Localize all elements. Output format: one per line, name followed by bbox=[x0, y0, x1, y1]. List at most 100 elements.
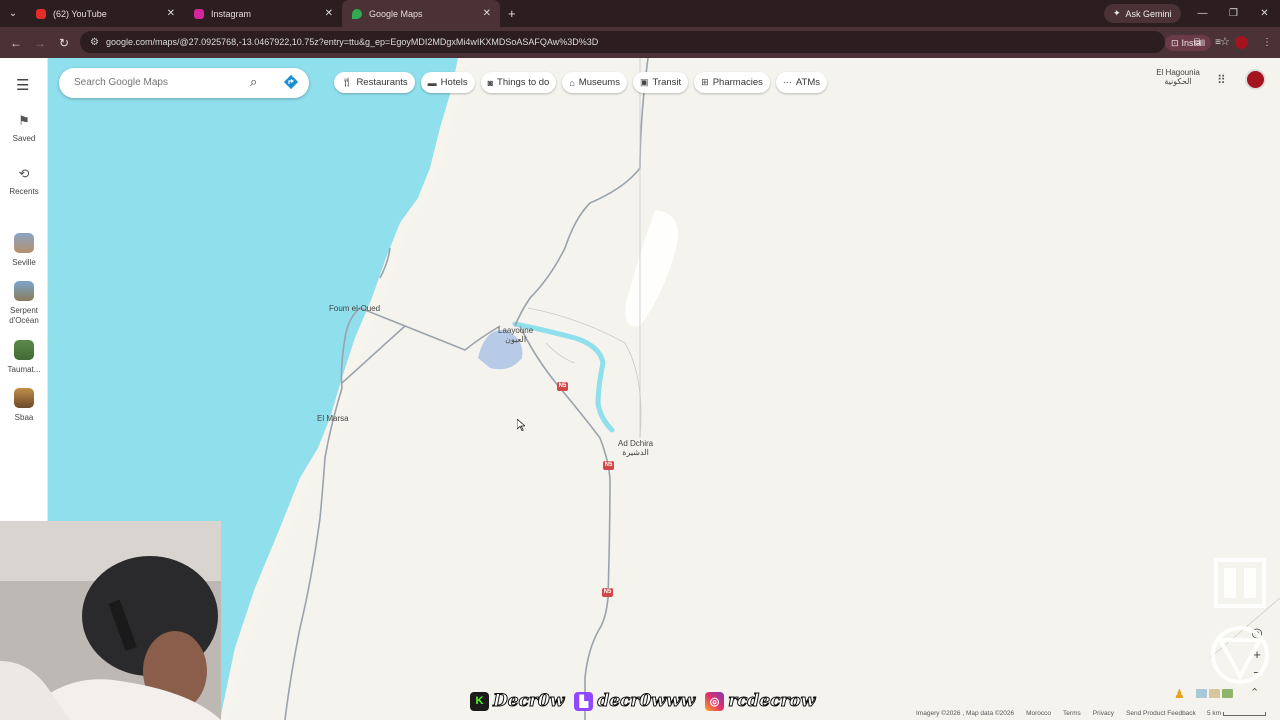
place-label-laayoune[interactable]: Laayoune العيون bbox=[498, 326, 533, 344]
chip-pharmacies[interactable]: ⊞ Pharmacies bbox=[694, 72, 770, 93]
scale-bar[interactable]: 5 km bbox=[1207, 710, 1267, 717]
privacy-link[interactable]: Privacy bbox=[1093, 710, 1114, 717]
place-label-el-marsa[interactable]: El Marsa bbox=[317, 414, 349, 423]
recent-place-sbaa[interactable]: Sbaa bbox=[0, 388, 48, 422]
saved-button[interactable]: ⚑ Saved bbox=[0, 113, 48, 143]
saved-label: Saved bbox=[12, 134, 36, 143]
recent-place-seville[interactable]: Seville bbox=[0, 233, 48, 267]
tab-close-icon[interactable]: ✕ bbox=[325, 8, 333, 19]
url-text[interactable]: google.com/maps/@27.0925768,-13.0467922,… bbox=[106, 37, 598, 47]
recent-place-label: Serpent d'Océan bbox=[9, 306, 39, 325]
restore-icon[interactable]: ❐ bbox=[1218, 0, 1249, 27]
chip-label: Restaurants bbox=[356, 77, 408, 88]
new-tab-plus-icon[interactable]: + bbox=[500, 6, 524, 21]
tab-close-icon[interactable]: ✕ bbox=[483, 8, 491, 19]
place-thumbnail bbox=[14, 281, 34, 301]
browser-menu-icon[interactable]: ⋮ bbox=[1262, 37, 1272, 48]
layer-thumb bbox=[1209, 689, 1220, 698]
browser-profile-icon[interactable] bbox=[1235, 36, 1248, 49]
chip-label: Pharmacies bbox=[712, 77, 763, 88]
browser-toolbar: ← → ↻ ⚙ google.com/maps/@27.0925768,-13.… bbox=[0, 27, 1280, 58]
forward-arrow-icon[interactable]: → bbox=[28, 36, 52, 50]
recent-place-label: Seville bbox=[12, 258, 36, 267]
instagram-logo-icon: ◎ bbox=[705, 691, 725, 711]
layers-toggle[interactable] bbox=[1196, 689, 1233, 698]
kick-handle: Decr0w bbox=[492, 691, 565, 712]
tab-search-chevron-icon[interactable]: ⌄ bbox=[0, 0, 26, 27]
tab-label: Google Maps bbox=[369, 8, 423, 19]
chip-atms[interactable]: ⋯ ATMs bbox=[775, 72, 827, 93]
museum-icon: ⌂ bbox=[569, 77, 575, 88]
chip-restaurants[interactable]: 🍴︎ Restaurants bbox=[334, 72, 415, 93]
mouse-cursor-icon bbox=[517, 419, 525, 431]
twitch-handle: decr0www bbox=[597, 691, 696, 712]
account-avatar[interactable] bbox=[1245, 69, 1266, 90]
top-right-area: El Hagounia الحكونية ⠿ bbox=[1150, 68, 1280, 98]
chip-things-to-do[interactable]: ◙ Things to do bbox=[480, 72, 557, 93]
reload-icon[interactable]: ↻ bbox=[52, 36, 76, 50]
hamburger-menu-icon[interactable]: ☰ bbox=[16, 76, 29, 94]
recent-place-serpent[interactable]: Serpent d'Océan bbox=[0, 281, 48, 326]
search-icon[interactable]: ⌕ bbox=[250, 74, 257, 90]
category-chips: 🍴︎ Restaurants ▬ Hotels ◙ Things to do ⌂… bbox=[334, 72, 827, 93]
place-label-ad-dchira[interactable]: Ad Dchira الدشيرة bbox=[618, 439, 653, 457]
place-name-latin: Laayoune bbox=[498, 326, 534, 335]
sand-patch bbox=[625, 210, 679, 327]
bookmark-icon: ⚑ bbox=[18, 113, 30, 128]
place-label-foum-el-oued[interactable]: Foum el-Oued bbox=[329, 304, 380, 313]
country-label: Morocco bbox=[1026, 710, 1052, 717]
toolbar-right-icons: ⧉ ≡ ⋮ bbox=[1194, 27, 1272, 58]
place-name-arabic: العيون bbox=[505, 335, 527, 344]
site-info-icon[interactable]: ⚙ bbox=[90, 37, 99, 48]
minimize-icon[interactable]: — bbox=[1187, 0, 1218, 27]
area-name-latin: El Hagounia bbox=[1156, 68, 1200, 77]
camera-icon: ◙ bbox=[487, 77, 494, 88]
atm-icon: ⋯ bbox=[782, 77, 792, 87]
instagram-favicon-icon bbox=[194, 8, 204, 19]
layer-thumb bbox=[1196, 689, 1207, 698]
place-thumbnail bbox=[14, 340, 34, 360]
tab-label: (62) YouTube bbox=[53, 8, 107, 19]
tab-youtube[interactable]: (62) YouTube ✕ bbox=[26, 0, 184, 27]
area-name: El Hagounia الحكونية bbox=[1153, 68, 1203, 86]
chip-transit[interactable]: ▣ Transit bbox=[632, 72, 689, 93]
instagram-handle: rcdecrow bbox=[728, 691, 816, 712]
search-input[interactable] bbox=[74, 74, 244, 91]
gemini-sparkle-icon: ✦ bbox=[1113, 8, 1121, 18]
streamer-logo-watermark bbox=[1211, 558, 1269, 684]
ask-gemini-button[interactable]: ✦ Ask Gemini bbox=[1104, 4, 1181, 23]
tab-close-icon[interactable]: ✕ bbox=[167, 8, 175, 19]
maps-pin-favicon-icon bbox=[352, 8, 362, 19]
tab-google-maps[interactable]: Google Maps ✕ bbox=[342, 0, 500, 27]
scale-label: 5 km bbox=[1207, 710, 1222, 717]
social-handles-overlay: K Decr0w ▙ decr0www ◎ rcdecrow bbox=[470, 690, 821, 712]
scale-line bbox=[1223, 711, 1267, 716]
tab-label: Instagram bbox=[211, 8, 252, 19]
recents-button[interactable]: ⟲ Recents bbox=[0, 166, 48, 196]
chip-label: Transit bbox=[652, 77, 682, 88]
recent-place-taumat[interactable]: Taumat... bbox=[0, 340, 48, 374]
extensions-puzzle-icon[interactable]: ⧉ bbox=[1194, 37, 1201, 48]
address-bar[interactable]: ⚙ google.com/maps/@27.0925768,-13.046792… bbox=[80, 31, 1230, 53]
road-shield-n5: N5 bbox=[603, 461, 614, 470]
chip-label: ATMs bbox=[795, 77, 820, 88]
media-controls-icon[interactable]: ≡ bbox=[1215, 37, 1221, 48]
chip-label: Museums bbox=[578, 77, 620, 88]
tab-instagram[interactable]: Instagram ✕ bbox=[184, 0, 342, 27]
chip-hotels[interactable]: ▬ Hotels bbox=[420, 72, 475, 93]
back-arrow-icon[interactable]: ← bbox=[4, 36, 28, 50]
chip-museums[interactable]: ⌂ Museums bbox=[562, 72, 627, 93]
browser-tab-strip: ⌄ (62) YouTube ✕ Instagram ✕ Google Maps… bbox=[0, 0, 1280, 27]
track-lines bbox=[527, 58, 642, 439]
install-icon: ⊡ bbox=[1171, 37, 1179, 48]
layer-thumb bbox=[1222, 689, 1233, 698]
feedback-link[interactable]: Send Product Feedback bbox=[1126, 710, 1196, 717]
pharmacy-icon: ⊞ bbox=[701, 77, 709, 87]
google-apps-grid-icon[interactable]: ⠿ bbox=[1217, 73, 1226, 87]
close-window-icon[interactable]: ✕ bbox=[1249, 0, 1280, 27]
place-thumbnail bbox=[14, 388, 34, 408]
terms-link[interactable]: Terms bbox=[1063, 710, 1081, 717]
pegman-icon[interactable]: ♟ bbox=[1174, 687, 1185, 701]
webcam-overlay bbox=[0, 521, 221, 720]
directions-icon[interactable] bbox=[283, 74, 299, 90]
